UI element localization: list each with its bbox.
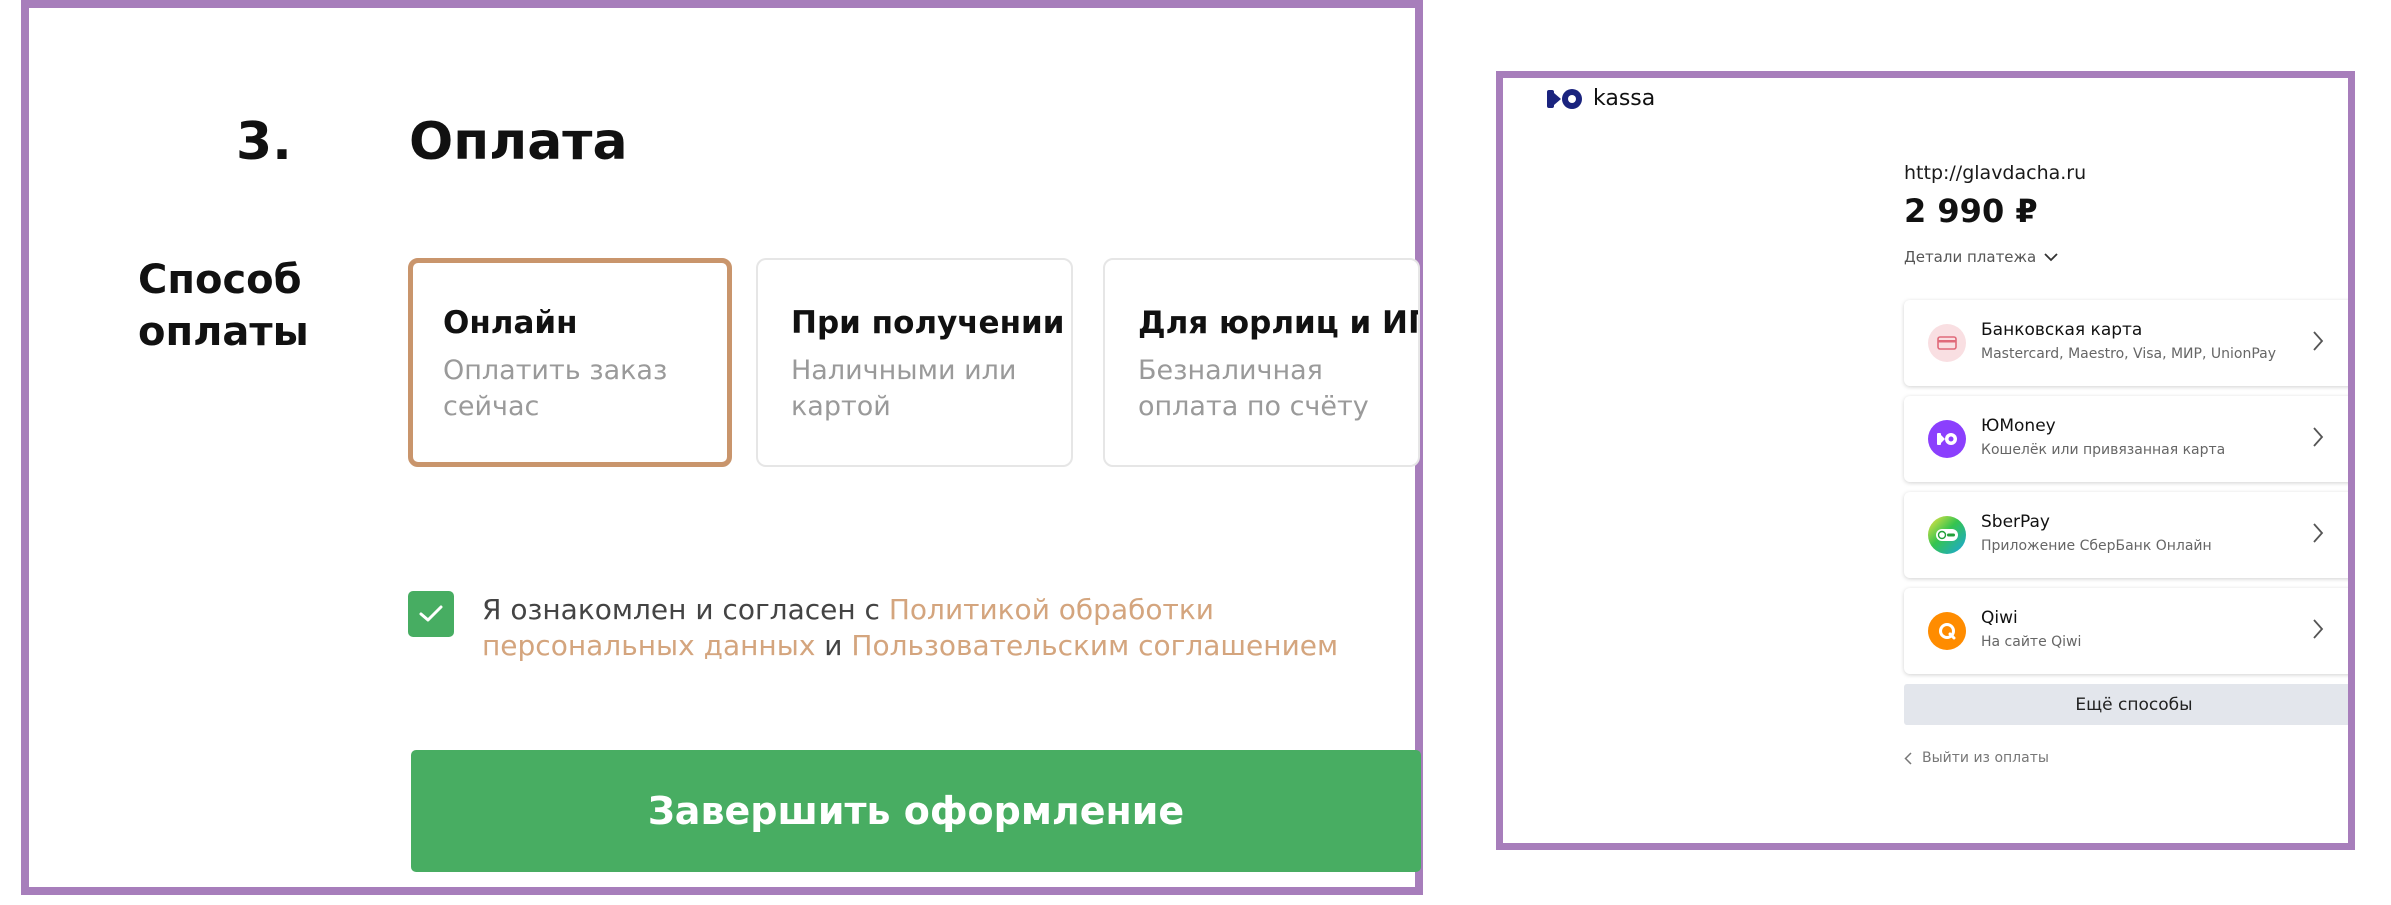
yookassa-panel: kassa http://glavdacha.ru 2 990 ₽ Детали… (1496, 71, 2355, 850)
chevron-right-icon (2313, 427, 2324, 447)
user-agreement-link[interactable]: Пользовательским соглашением (851, 629, 1338, 662)
option-title: Для юрлиц и ИП (1138, 305, 1420, 341)
yookassa-logo-icon (1547, 88, 1582, 109)
option-description: Оплатить заказ сейчас (443, 355, 668, 422)
exit-payment-label: Выйти из оплаты (1922, 750, 2049, 766)
payment-details-label: Детали платежа (1904, 248, 2037, 266)
qiwi-icon (1928, 612, 1966, 650)
agreement-conjunction: и (815, 629, 852, 662)
method-name: Банковская карта (1981, 320, 2143, 340)
chevron-right-icon (2313, 619, 2324, 639)
step-title: Оплата (409, 112, 628, 172)
merchant-url: http://glavdacha.ru (1904, 162, 2087, 184)
more-methods-button[interactable]: Ещё способы (1904, 684, 2348, 725)
agreement-prefix: Я ознакомлен и согласен с (482, 593, 889, 626)
payment-method-sberpay[interactable]: SberPay Приложение СберБанк Онлайн (1904, 492, 2348, 578)
payment-option-on-delivery[interactable]: При получении Наличными или картой (756, 258, 1073, 467)
method-name: Qiwi (1981, 608, 2018, 628)
payment-amount: 2 990 ₽ (1904, 192, 2038, 230)
option-description: Наличными или картой (791, 355, 1017, 422)
chevron-left-icon (1904, 751, 1912, 765)
method-name: ЮMoney (1981, 416, 2056, 436)
method-name: SberPay (1981, 512, 2050, 532)
method-subtitle: Кошелёк или привязанная карта (1981, 442, 2226, 458)
checkmark-icon (419, 605, 443, 622)
yookassa-logo: kassa (1547, 86, 1655, 111)
chevron-down-icon (2044, 252, 2058, 261)
payment-option-legal-entities[interactable]: Для юрлиц и ИП Безналичная оплата по счё… (1103, 258, 1420, 467)
payment-method-yoomoney[interactable]: ЮMoney Кошелёк или привязанная карта (1904, 396, 2348, 482)
brand-name: kassa (1593, 86, 1656, 111)
payment-method-label: Способ оплаты (138, 257, 309, 355)
option-description: Безналичная оплата по счёту (1138, 355, 1369, 422)
checkout-panel: 3. Оплата Способ оплаты Онлайн Оплатить … (21, 0, 1423, 895)
yoomoney-icon (1928, 420, 1966, 458)
method-subtitle: На сайте Qiwi (1981, 634, 2082, 650)
complete-order-button[interactable]: Завершить оформление (411, 750, 1421, 872)
bank-card-icon (1928, 324, 1966, 362)
option-title: Онлайн (443, 305, 578, 341)
method-subtitle: Приложение СберБанк Онлайн (1981, 538, 2212, 554)
chevron-right-icon (2313, 331, 2324, 351)
agreement-checkbox[interactable] (408, 591, 454, 637)
sberpay-icon (1928, 516, 1966, 554)
agreement-text: Я ознакомлен и согласен с Политикой обра… (482, 592, 1412, 664)
option-title: При получении (791, 305, 1065, 341)
payment-option-online[interactable]: Онлайн Оплатить заказ сейчас (408, 258, 732, 467)
payment-method-bank-card[interactable]: Банковская карта Mastercard, Maestro, Vi… (1904, 300, 2348, 386)
chevron-right-icon (2313, 523, 2324, 543)
payment-method-qiwi[interactable]: Qiwi На сайте Qiwi (1904, 588, 2348, 674)
method-subtitle: Mastercard, Maestro, Visa, МИР, UnionPay (1981, 346, 2276, 362)
exit-payment-link[interactable]: Выйти из оплаты (1904, 750, 2049, 766)
step-number: 3. (236, 112, 292, 172)
payment-details-toggle[interactable]: Детали платежа (1904, 248, 2058, 266)
